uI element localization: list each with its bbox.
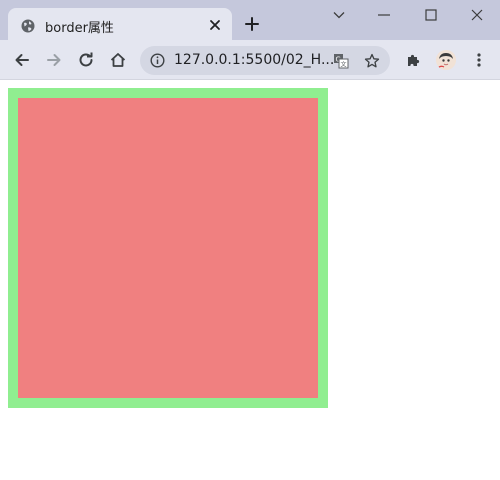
browser-toolbar: 127.0.0.1:5500/02_H... G 文 bbox=[0, 40, 500, 80]
info-icon[interactable] bbox=[150, 53, 165, 68]
avatar[interactable] bbox=[436, 50, 456, 70]
page-content bbox=[0, 80, 500, 480]
globe-icon bbox=[21, 18, 35, 33]
browser-window: border属性 127.0.0.1:5500/02_H... G 文 bbox=[0, 0, 500, 480]
svg-text:文: 文 bbox=[341, 61, 347, 69]
url-text[interactable]: 127.0.0.1:5500/02_H... bbox=[174, 52, 334, 68]
maximize-icon[interactable] bbox=[423, 7, 439, 23]
reload-icon[interactable] bbox=[77, 51, 95, 69]
translate-icon[interactable]: G 文 bbox=[333, 53, 349, 69]
tab-title: border属性 bbox=[45, 21, 114, 36]
plus-icon[interactable] bbox=[244, 16, 260, 32]
address-bar[interactable]: 127.0.0.1:5500/02_H... G 文 bbox=[140, 46, 390, 75]
chevron-down-icon[interactable] bbox=[331, 7, 347, 23]
kebab-menu-icon[interactable] bbox=[470, 51, 488, 69]
bordered-box bbox=[8, 88, 328, 408]
arrow-right-icon[interactable] bbox=[45, 51, 63, 69]
arrow-left-icon[interactable] bbox=[13, 51, 31, 69]
close-icon[interactable] bbox=[208, 17, 222, 31]
active-tab[interactable]: border属性 bbox=[8, 8, 232, 40]
minimize-icon[interactable] bbox=[376, 7, 392, 23]
star-icon[interactable] bbox=[364, 53, 380, 69]
window-close-icon[interactable] bbox=[469, 7, 485, 23]
puzzle-icon[interactable] bbox=[405, 51, 423, 69]
tab-strip: border属性 bbox=[0, 0, 500, 40]
home-icon[interactable] bbox=[109, 51, 127, 69]
